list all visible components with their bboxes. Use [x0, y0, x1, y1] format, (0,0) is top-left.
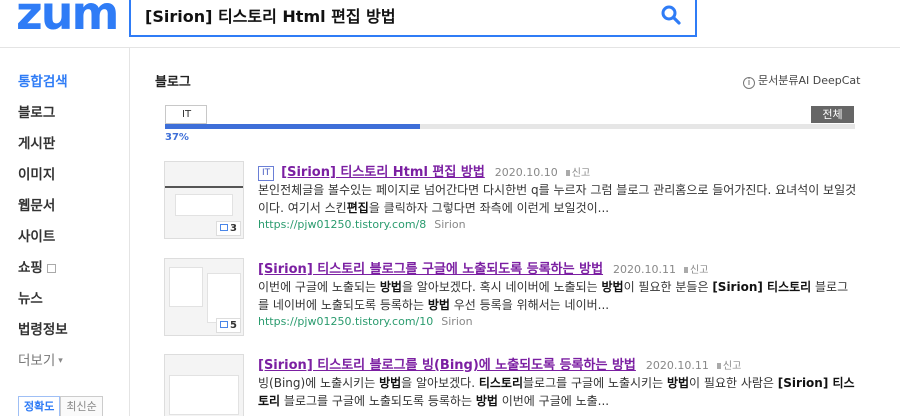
zum-logo[interactable]: zum	[16, 0, 119, 36]
chevron-down-icon: ▾	[58, 356, 63, 366]
result-author[interactable]: Sirion	[434, 218, 465, 231]
report-button[interactable]: 신고	[565, 168, 590, 179]
result-url[interactable]: https://pjw01250.tistory.com/8	[258, 218, 426, 231]
result-snippet: 이번에 구글에 노출되는 방법을 알아보겠다. 혹시 네이버에 노출되는 방법이…	[258, 280, 849, 312]
result-date: 2020.10.11	[613, 263, 677, 276]
all-categories-button[interactable]: 전체	[811, 106, 854, 123]
sidebar-item-site[interactable]: 사이트	[18, 225, 55, 245]
category-sidebar: 통합검색 블로그 게시판 이미지 웹문서 사이트 쇼핑 뉴스 법령정보 더보기 ▾…	[0, 48, 130, 416]
result-snippet: 빙(Bing)에 노출시키는 방법을 알아보겠다. 티스토리블로그를 구글에 노…	[258, 376, 855, 408]
image-stack-icon	[220, 224, 229, 231]
sidebar-item-shopping[interactable]: 쇼핑	[18, 256, 56, 276]
sidebar-item-label: 더보기	[18, 353, 56, 369]
sidebar-item-label: 블로그	[18, 105, 56, 121]
category-tab-it[interactable]: IT	[165, 105, 207, 124]
info-icon: i	[743, 77, 755, 89]
sidebar-item-webdoc[interactable]: 웹문서	[18, 194, 55, 214]
section-title: 블로그	[155, 75, 191, 90]
siren-icon	[565, 170, 570, 176]
search-results-page: zum [Sirion] 티스토리 Html 편집 방법 통합검색 블로그 게시…	[0, 0, 900, 416]
sidebar-item-label: 쇼핑	[18, 260, 43, 276]
sidebar-item-label: 이미지	[18, 167, 56, 183]
search-input[interactable]: [Sirion] 티스토리 Html 편집 방법	[145, 3, 396, 27]
image-count-badge: 3	[216, 221, 241, 236]
image-count-badge: 5	[216, 318, 241, 333]
header: zum [Sirion] 티스토리 Html 편집 방법	[0, 0, 900, 48]
deepcat-label: 문서분류AI DeepCat	[758, 74, 861, 87]
result-thumbnail[interactable]	[164, 354, 244, 416]
sidebar-item-label: 통합검색	[18, 74, 68, 90]
search-icon[interactable]	[661, 5, 681, 25]
result-author[interactable]: Sirion	[441, 315, 472, 328]
sidebar-item-blog[interactable]: 블로그	[18, 101, 55, 121]
sidebar-item-label: 법령정보	[18, 322, 68, 338]
sidebar-item-integrated[interactable]: 통합검색	[18, 70, 68, 90]
result-thumbnail[interactable]: 5	[164, 258, 244, 336]
deepcat-info[interactable]: i 문서분류AI DeepCat	[743, 72, 860, 89]
search-box[interactable]: [Sirion] 티스토리 Html 편집 방법	[129, 0, 697, 37]
category-badge: IT	[258, 166, 275, 181]
report-button[interactable]: 신고	[716, 361, 741, 372]
result-title-link[interactable]: [Sirion] 티스토리 블로그를 구글에 노출되도록 등록하는 방법	[258, 262, 603, 277]
sidebar-item-board[interactable]: 게시판	[18, 132, 55, 152]
sidebar-item-label: 뉴스	[18, 291, 43, 307]
result-title-link[interactable]: [Sirion] 티스토리 블로그를 빙(Bing)에 노출되도록 등록하는 방…	[258, 358, 636, 373]
result-thumbnail[interactable]: 3	[164, 161, 244, 239]
sidebar-item-image[interactable]: 이미지	[18, 163, 55, 183]
sort-latest-button[interactable]: 최신순	[60, 396, 103, 416]
sidebar-item-news[interactable]: 뉴스	[18, 287, 43, 307]
result-date: 2020.10.10	[494, 166, 558, 179]
result-date: 2020.10.11	[645, 359, 709, 372]
report-button[interactable]: 신고	[684, 265, 708, 276]
sort-accuracy-button[interactable]: 정확도	[18, 396, 61, 416]
siren-icon	[716, 363, 721, 369]
category-progress-fill	[165, 124, 421, 129]
external-link-icon	[46, 263, 56, 273]
sidebar-item-label: 게시판	[18, 136, 56, 152]
image-stack-icon	[220, 321, 229, 328]
sidebar-item-label: 웹문서	[18, 198, 56, 214]
result-snippet: 본인전체글을 볼수있는 페이지로 넘어간다면 다시한번 q를 누르자 그럼 블로…	[258, 183, 857, 215]
result-title-link[interactable]: [Sirion] 티스토리 Html 편집 방법	[281, 165, 485, 180]
result-url[interactable]: https://pjw01250.tistory.com/10	[258, 315, 433, 328]
category-progress-bar	[165, 124, 855, 129]
category-percent: 37%	[165, 132, 189, 143]
sidebar-item-law[interactable]: 법령정보	[18, 318, 68, 338]
sidebar-item-more[interactable]: 더보기 ▾	[18, 349, 63, 369]
siren-icon	[684, 267, 689, 273]
sidebar-item-label: 사이트	[18, 229, 56, 245]
sort-toggle: 정확도 최신순	[18, 396, 103, 416]
